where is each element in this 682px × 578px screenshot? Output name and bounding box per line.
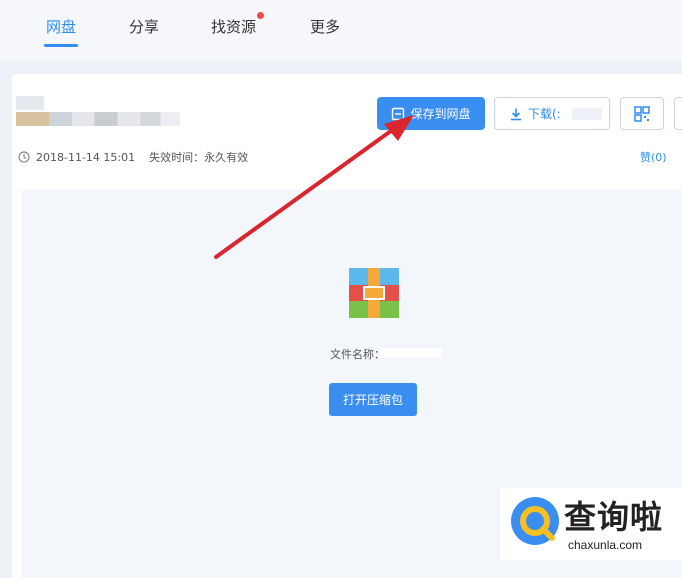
blurred-filename [16, 96, 180, 128]
share-meta: 2018-11-14 15:01 失效时间：永久有效 [18, 149, 248, 165]
open-archive-button[interactable]: 打开压缩包 [329, 383, 417, 416]
notification-dot [257, 12, 265, 19]
watermark-logo-icon [511, 497, 559, 545]
more-actions-button[interactable] [674, 97, 682, 130]
save-to-netdisk-button[interactable]: 保存到网盘 [377, 97, 485, 130]
save-icon [392, 107, 405, 120]
expire-time: 失效时间：永久有效 [149, 151, 249, 164]
qr-code-icon [634, 105, 650, 122]
download-icon [511, 108, 521, 120]
clock-icon [18, 151, 30, 163]
download-button[interactable]: 下载(: [494, 97, 610, 130]
download-button-label: 下载(: [528, 107, 561, 121]
top-nav: 网盘 分享 找资源 更多 [0, 0, 682, 60]
download-size-blur [571, 107, 602, 120]
tab-wangpan[interactable]: 网盘 [46, 16, 76, 37]
file-name-blur [380, 348, 442, 358]
active-tab-underline [44, 44, 78, 47]
save-button-label: 保存到网盘 [410, 107, 471, 121]
watermark-title: 查询啦 [564, 498, 664, 536]
watermark-url: chaxunla.com [568, 538, 643, 552]
file-name-label: 文件名称： [330, 348, 385, 361]
zip-archive-icon [349, 268, 399, 318]
tab-find-resources-label: 找资源 [211, 18, 257, 36]
like-count[interactable]: 赞(0) [640, 149, 667, 165]
watermark: 查询啦 chaxunla.com [500, 488, 682, 560]
share-date: 2018-11-14 15:01 [36, 150, 136, 164]
tab-find-resources[interactable]: 找资源 [211, 12, 265, 37]
qr-code-button[interactable] [620, 97, 664, 130]
tab-share[interactable]: 分享 [129, 16, 159, 37]
tab-more[interactable]: 更多 [310, 16, 340, 37]
